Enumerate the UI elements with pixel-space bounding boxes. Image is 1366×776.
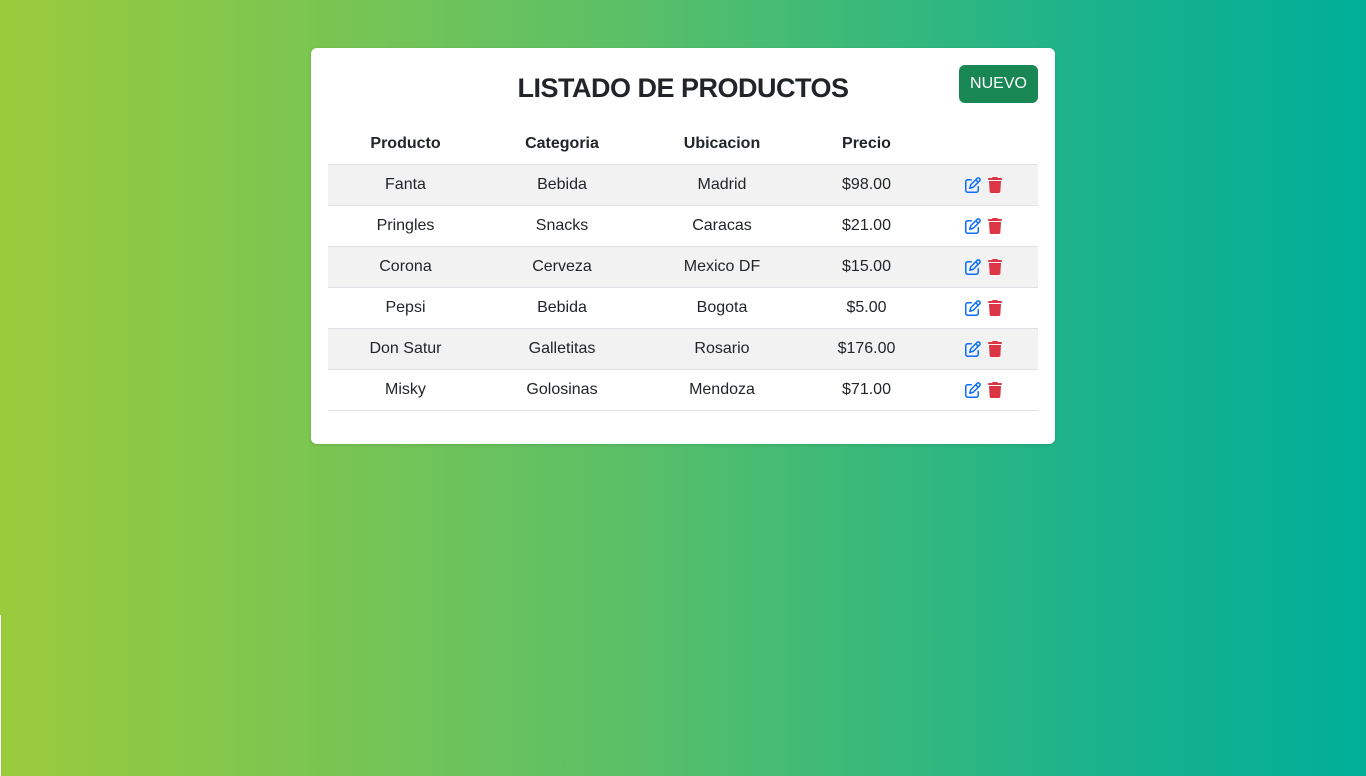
cell-precio: $15.00 (803, 246, 930, 288)
cell-ubicacion: Mendoza (641, 369, 803, 411)
cell-categoria: Cerveza (483, 246, 641, 288)
table-row: Pepsi Bebida Bogota $5.00 (328, 287, 1038, 329)
cell-ubicacion: Madrid (641, 164, 803, 206)
cell-precio: $21.00 (803, 205, 930, 247)
row-actions (965, 258, 1003, 275)
table-row: Misky Golosinas Mendoza $71.00 (328, 369, 1038, 411)
cell-actions (930, 328, 1038, 370)
trash-icon[interactable] (987, 176, 1003, 193)
cell-precio: $176.00 (803, 328, 930, 370)
cell-ubicacion: Caracas (641, 205, 803, 247)
row-actions (965, 299, 1003, 316)
edit-icon[interactable] (965, 176, 981, 193)
trash-icon[interactable] (987, 299, 1003, 316)
trash-icon[interactable] (987, 258, 1003, 275)
cell-producto: Fanta (328, 164, 483, 206)
cell-producto: Corona (328, 246, 483, 288)
cell-producto: Misky (328, 369, 483, 411)
column-header-precio: Precio (803, 124, 930, 165)
cell-ubicacion: Rosario (641, 328, 803, 370)
cell-producto: Pringles (328, 205, 483, 247)
cell-producto: Pepsi (328, 287, 483, 329)
table-header-row: Producto Categoria Ubicacion Precio (328, 124, 1038, 165)
edit-icon[interactable] (965, 217, 981, 234)
cell-actions (930, 205, 1038, 247)
row-actions (965, 340, 1003, 357)
edit-icon[interactable] (965, 381, 981, 398)
column-header-categoria: Categoria (483, 124, 641, 165)
cell-ubicacion: Mexico DF (641, 246, 803, 288)
edit-icon[interactable] (965, 258, 981, 275)
trash-icon[interactable] (987, 381, 1003, 398)
table-row: Fanta Bebida Madrid $98.00 (328, 164, 1038, 206)
column-header-actions (930, 124, 1038, 165)
cell-ubicacion: Bogota (641, 287, 803, 329)
row-actions (965, 176, 1003, 193)
cell-actions (930, 246, 1038, 288)
products-card: LISTADO DE PRODUCTOS NUEVO Producto Cate… (311, 48, 1055, 444)
table-row: Corona Cerveza Mexico DF $15.00 (328, 246, 1038, 288)
cell-precio: $5.00 (803, 287, 930, 329)
page-title: LISTADO DE PRODUCTOS (517, 73, 849, 103)
products-table: Producto Categoria Ubicacion Precio Fant… (328, 124, 1038, 411)
cell-actions (930, 164, 1038, 206)
cell-categoria: Galletitas (483, 328, 641, 370)
edit-icon[interactable] (965, 340, 981, 357)
cell-precio: $98.00 (803, 164, 930, 206)
table-row: Don Satur Galletitas Rosario $176.00 (328, 328, 1038, 370)
row-actions (965, 217, 1003, 234)
trash-icon[interactable] (987, 340, 1003, 357)
cell-actions (930, 369, 1038, 411)
cell-categoria: Snacks (483, 205, 641, 247)
left-edge-strip (0, 615, 1, 776)
cell-producto: Don Satur (328, 328, 483, 370)
cell-actions (930, 287, 1038, 329)
row-actions (965, 381, 1003, 398)
column-header-producto: Producto (328, 124, 483, 165)
cell-categoria: Golosinas (483, 369, 641, 411)
edit-icon[interactable] (965, 299, 981, 316)
table-row: Pringles Snacks Caracas $21.00 (328, 205, 1038, 247)
trash-icon[interactable] (987, 217, 1003, 234)
new-product-button[interactable]: NUEVO (959, 65, 1038, 103)
cell-precio: $71.00 (803, 369, 930, 411)
cell-categoria: Bebida (483, 164, 641, 206)
cell-categoria: Bebida (483, 287, 641, 329)
column-header-ubicacion: Ubicacion (641, 124, 803, 165)
